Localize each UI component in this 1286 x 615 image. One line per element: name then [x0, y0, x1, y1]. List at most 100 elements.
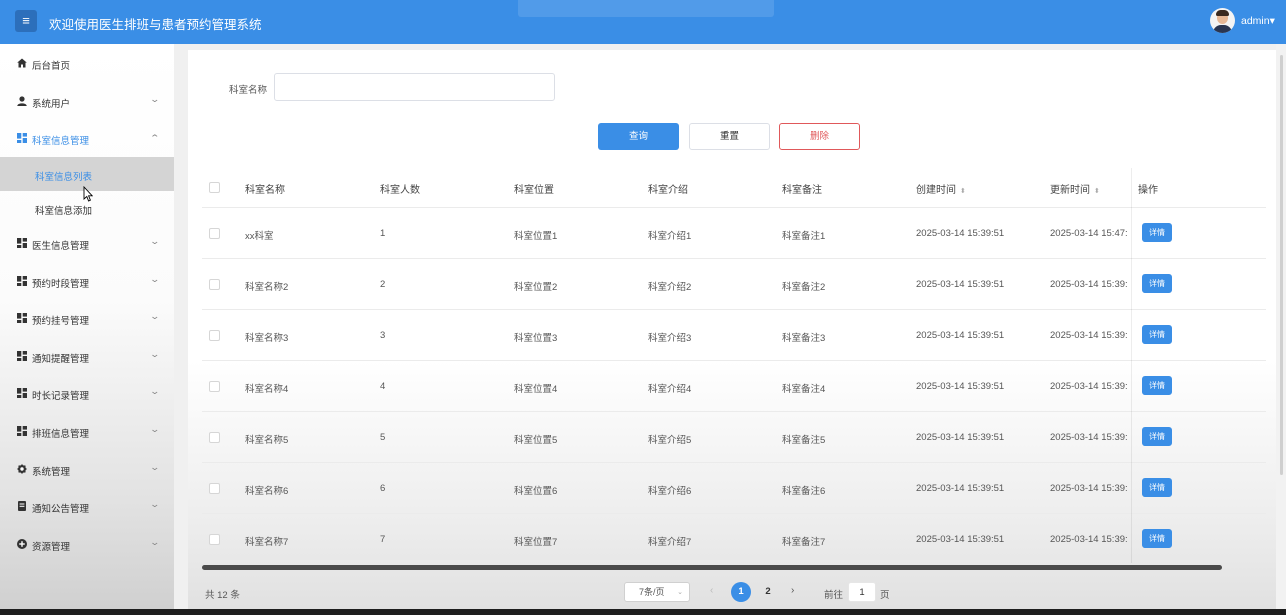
- cell-name: 科室名称4: [245, 384, 289, 395]
- cell-created: 2025-03-14 15:39:51: [916, 483, 1005, 494]
- column-header-updated[interactable]: 更新时间 ⬍: [1050, 181, 1100, 196]
- table-row: 科室名称6 6 科室位置6 科室介绍6 科室备注6 2025-03-14 15:…: [202, 462, 1266, 513]
- table-row: xx科室 1 科室位置1 科室介绍1 科室备注1 2025-03-14 15:3…: [202, 207, 1266, 258]
- sidebar-item-reminders[interactable]: 通知提醒管理 ⌄: [0, 339, 174, 373]
- row-checkbox[interactable]: [209, 279, 220, 290]
- cell-count: 4: [380, 381, 386, 392]
- cell-created: 2025-03-14 15:39:51: [916, 432, 1005, 443]
- column-header-name: 科室名称: [245, 185, 285, 196]
- sidebar-item-time-slots[interactable]: 预约时段管理 ⌄: [0, 264, 174, 298]
- cell-intro: 科室介绍7: [648, 537, 692, 548]
- chevron-down-icon: ⌄: [149, 462, 161, 472]
- sidebar-item-duration-records[interactable]: 时长记录管理 ⌄: [0, 376, 174, 410]
- query-button[interactable]: 查询: [598, 123, 679, 150]
- table-row: 科室名称7 7 科室位置7 科室介绍7 科室备注7 2025-03-14 15:…: [202, 513, 1266, 564]
- page-size-select[interactable]: 7条/页 ⌄: [624, 582, 690, 602]
- column-header-intro: 科室介绍: [648, 185, 688, 196]
- cell-remark: 科室备注6: [782, 486, 826, 497]
- chevron-down-icon: ⌄: [677, 589, 683, 596]
- cell-name: 科室名称7: [245, 537, 289, 548]
- cell-updated: 2025-03-14 15:47:: [1050, 228, 1128, 239]
- cell-updated: 2025-03-14 15:39:: [1050, 483, 1128, 494]
- horizontal-scrollbar[interactable]: [202, 565, 1222, 570]
- sidebar-subitem-label: 科室信息列表: [35, 172, 93, 183]
- cell-location: 科室位置4: [514, 384, 558, 395]
- cell-count: 5: [380, 432, 386, 443]
- detail-button[interactable]: 详情: [1142, 529, 1172, 548]
- cell-intro: 科室介绍3: [648, 333, 692, 344]
- column-header-created[interactable]: 创建时间 ⬍: [916, 181, 966, 196]
- row-checkbox[interactable]: [209, 432, 220, 443]
- cell-remark: 科室备注7: [782, 537, 826, 548]
- sidebar-item-system-mgmt[interactable]: 系统管理 ⌄: [0, 452, 174, 486]
- sidebar-item-schedules[interactable]: 排班信息管理 ⌄: [0, 414, 174, 448]
- cell-updated: 2025-03-14 15:39:: [1050, 534, 1128, 545]
- detail-button[interactable]: 详情: [1142, 427, 1172, 446]
- dept-name-search-input[interactable]: [274, 73, 555, 101]
- row-checkbox[interactable]: [209, 483, 220, 494]
- mouse-pointer-icon: [83, 186, 93, 202]
- cell-intro: 科室介绍6: [648, 486, 692, 497]
- sidebar-item-label: 时长记录管理: [32, 391, 90, 402]
- chevron-down-icon: ⌄: [149, 311, 161, 321]
- avatar[interactable]: [1210, 8, 1235, 33]
- page-number-button[interactable]: 1: [731, 582, 751, 602]
- sort-icon[interactable]: ⬍: [960, 188, 966, 195]
- row-checkbox[interactable]: [209, 330, 220, 341]
- sidebar-item-registrations[interactable]: 预约挂号管理 ⌄: [0, 301, 174, 335]
- grid-icon: [17, 238, 27, 248]
- detail-button[interactable]: 详情: [1142, 274, 1172, 293]
- top-bar: ≡ 欢迎使用医生排班与患者预约管理系统 admin▾: [0, 0, 1286, 44]
- table-row: 科室名称4 4 科室位置4 科室介绍4 科室备注4 2025-03-14 15:…: [202, 360, 1266, 411]
- reset-button[interactable]: 重置: [689, 123, 770, 150]
- sidebar-subitem-label: 科室信息添加: [35, 206, 93, 217]
- vertical-scrollbar[interactable]: [1280, 55, 1283, 475]
- sidebar-item-announcements[interactable]: 通知公告管理 ⌄: [0, 489, 174, 523]
- row-checkbox[interactable]: [209, 534, 220, 545]
- column-header-label: 更新时间: [1050, 185, 1090, 196]
- chevron-down-icon: ⌄: [149, 537, 161, 547]
- total-count: 共 12 条: [205, 590, 240, 601]
- detail-button[interactable]: 详情: [1142, 223, 1172, 242]
- cell-count: 3: [380, 330, 386, 341]
- detail-button[interactable]: 详情: [1142, 478, 1172, 497]
- cell-name: 科室名称2: [245, 282, 289, 293]
- table-row: 科室名称3 3 科室位置3 科室介绍3 科室备注3 2025-03-14 15:…: [202, 309, 1266, 360]
- user-icon: [17, 96, 27, 106]
- table-row: 科室名称2 2 科室位置2 科室介绍2 科室备注2 2025-03-14 15:…: [202, 258, 1266, 309]
- cell-updated: 2025-03-14 15:39:: [1050, 432, 1128, 443]
- sidebar-item-system-users[interactable]: 系统用户 ⌄: [0, 84, 174, 118]
- hamburger-icon[interactable]: ≡: [15, 10, 37, 32]
- page-size-value: 7条/页: [639, 587, 665, 597]
- detail-button[interactable]: 详情: [1142, 376, 1172, 395]
- goto-page-input[interactable]: 1: [848, 582, 876, 602]
- delete-button[interactable]: 删除: [779, 123, 860, 150]
- detail-button[interactable]: 详情: [1142, 325, 1172, 344]
- select-all-checkbox[interactable]: [209, 182, 220, 193]
- row-checkbox[interactable]: [209, 228, 220, 239]
- sidebar-item-dept-info[interactable]: 科室信息管理 ⌃: [0, 121, 174, 155]
- chevron-down-icon: ⌄: [149, 349, 161, 359]
- user-name: admin: [1241, 15, 1270, 27]
- sort-icon[interactable]: ⬍: [1094, 188, 1100, 195]
- sidebar-item-doctor-info[interactable]: 医生信息管理 ⌄: [0, 226, 174, 260]
- sidebar-item-label: 预约时段管理: [32, 279, 90, 290]
- sidebar-item-resources[interactable]: 资源管理 ⌄: [0, 527, 174, 561]
- sidebar-item-label: 系统用户: [32, 99, 71, 110]
- table-row: 科室名称5 5 科室位置5 科室介绍5 科室备注5 2025-03-14 15:…: [202, 411, 1266, 462]
- chevron-down-icon: ⌄: [149, 274, 161, 284]
- sidebar-item-label: 资源管理: [32, 542, 71, 553]
- cell-updated: 2025-03-14 15:39:: [1050, 381, 1128, 392]
- next-page-button[interactable]: ›: [791, 585, 794, 596]
- prev-page-button[interactable]: ‹: [710, 585, 713, 596]
- sidebar-item-home[interactable]: 后台首页: [0, 46, 174, 80]
- sidebar-item-label: 通知公告管理: [32, 504, 90, 515]
- grid-icon: [17, 351, 27, 361]
- page-number-button[interactable]: 2: [758, 582, 778, 602]
- search-label: 科室名称: [229, 85, 268, 96]
- row-checkbox[interactable]: [209, 381, 220, 392]
- cell-count: 7: [380, 534, 386, 545]
- cell-intro: 科室介绍1: [648, 231, 692, 242]
- cell-intro: 科室介绍5: [648, 435, 692, 446]
- user-menu[interactable]: admin▾: [1241, 15, 1275, 27]
